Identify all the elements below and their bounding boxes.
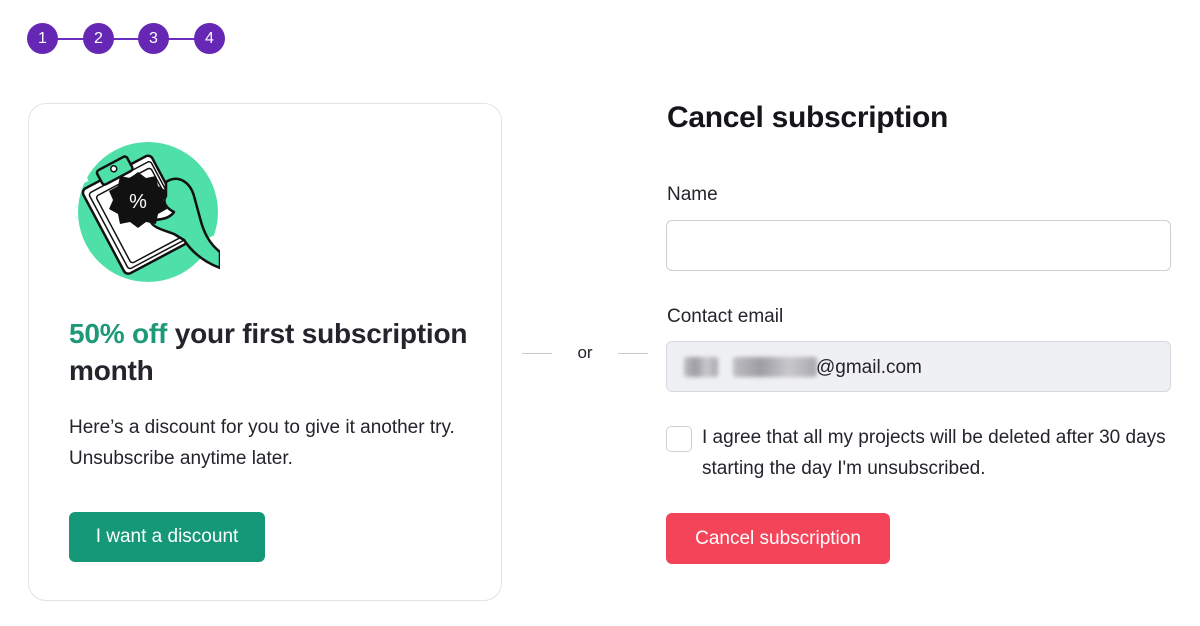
progress-stepper: 1 2 3 4	[27, 23, 225, 54]
email-redacted-part-1	[684, 357, 718, 377]
name-input[interactable]	[666, 220, 1171, 271]
email-domain-text: @gmail.com	[816, 357, 922, 378]
agree-checkbox[interactable]	[666, 426, 692, 452]
or-divider: or	[522, 341, 648, 365]
want-discount-button[interactable]: I want a discount	[69, 512, 265, 562]
step-4[interactable]: 4	[194, 23, 225, 54]
offer-description: Here’s a discount for you to give it ano…	[69, 417, 455, 469]
step-3[interactable]: 3	[138, 23, 169, 54]
agree-text: I agree that all my projects will be del…	[702, 427, 1166, 479]
offer-title: 50% off your first subscription month	[69, 315, 469, 389]
name-label: Name	[667, 184, 718, 205]
discount-clipboard-icon: %	[70, 138, 222, 286]
stepper-line	[42, 38, 210, 40]
badge-percent-label: %	[129, 191, 147, 213]
discount-offer-card: % 50% off your first subscription month …	[28, 103, 502, 601]
agree-checkbox-row: I agree that all my projects will be del…	[666, 422, 1176, 484]
offer-title-highlight: 50% off	[69, 318, 168, 349]
cancel-form-title: Cancel subscription	[667, 101, 949, 134]
cancel-subscription-button[interactable]: Cancel subscription	[666, 513, 890, 564]
email-field[interactable]: @gmail.com	[666, 341, 1171, 392]
step-2[interactable]: 2	[83, 23, 114, 54]
divider-line-right	[618, 353, 648, 354]
step-1[interactable]: 1	[27, 23, 58, 54]
email-label: Contact email	[667, 306, 784, 327]
email-redacted-part-2	[733, 357, 817, 377]
